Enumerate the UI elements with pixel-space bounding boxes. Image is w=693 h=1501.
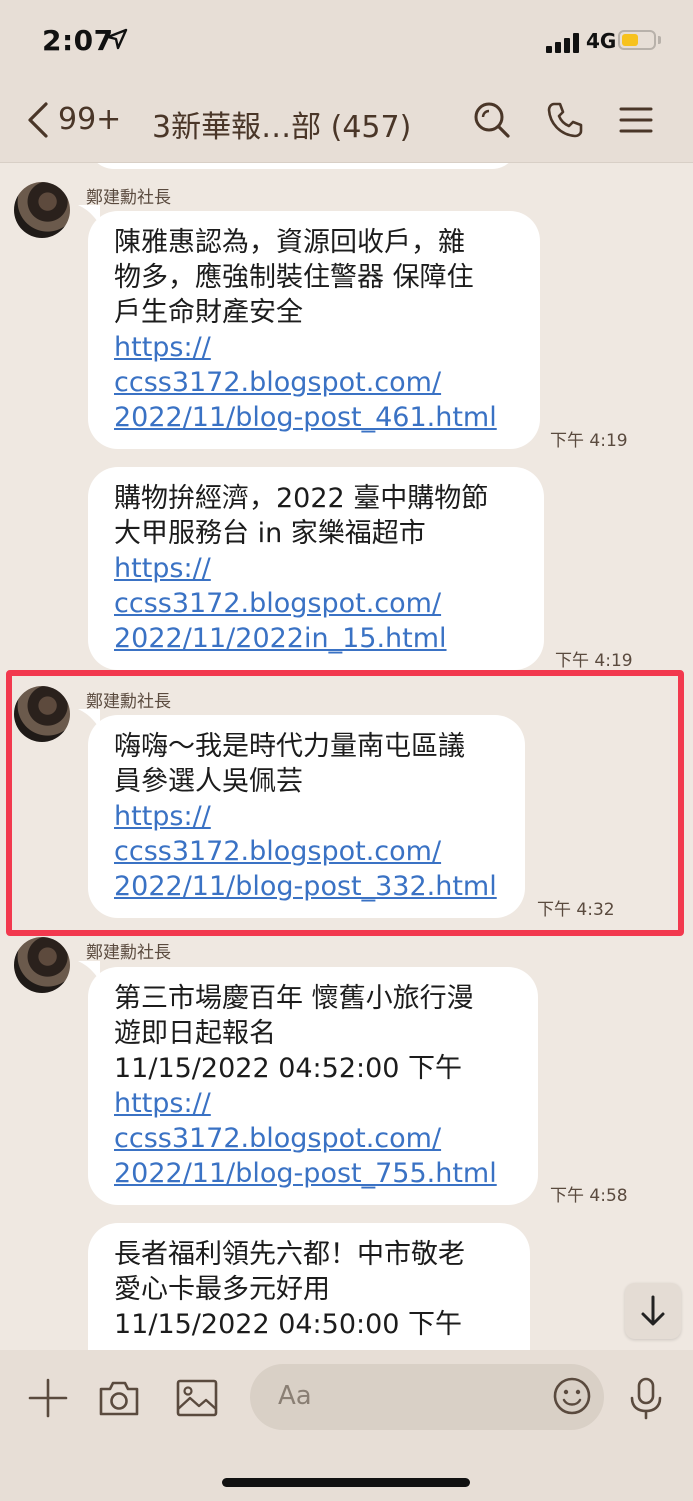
microphone-icon[interactable] xyxy=(624,1376,668,1420)
phone-icon[interactable] xyxy=(545,100,585,140)
message-time: 下午 4:58 xyxy=(550,1186,628,1206)
message-link[interactable]: https:// ccss3172.blogspot.com/ 2022/11/… xyxy=(114,330,516,435)
message-bubble[interactable]: 第三市場慶百年 懷舊小旅行漫 遊即日起報名 11/15/2022 04:52:0… xyxy=(88,967,538,1205)
chat-messages[interactable]: 鄭建勳社長 陳雅惠認為，資源回收戶，雜 物多，應強制裝住警器 保障住 戶生命財產… xyxy=(0,163,693,1350)
emoji-icon[interactable] xyxy=(552,1376,592,1416)
message-text: 第三市場慶百年 懷舊小旅行漫 遊即日起報名 11/15/2022 04:52:0… xyxy=(114,983,474,1084)
chat-title[interactable]: 3新華報…部 (457) xyxy=(152,102,411,146)
avatar[interactable] xyxy=(14,937,70,993)
sender-name: 鄭建勳社長 xyxy=(86,943,171,963)
highlight-frame xyxy=(6,670,684,936)
message-input-placeholder: Aa xyxy=(278,1381,312,1411)
scroll-to-bottom-button[interactable] xyxy=(625,1283,681,1339)
status-bar: 2:07 4G xyxy=(0,0,693,80)
camera-icon[interactable] xyxy=(97,1376,141,1420)
status-time: 2:07 xyxy=(42,24,114,57)
message-text: 購物拚經濟，2022 臺中購物節 大甲服務台 in 家樂福超市 xyxy=(114,483,489,549)
location-arrow-icon xyxy=(106,28,128,50)
plus-icon[interactable] xyxy=(26,1376,70,1420)
message-input-bar: Aa xyxy=(0,1350,693,1501)
message-bubble[interactable]: 陳雅惠認為，資源回收戶，雜 物多，應強制裝住警器 保障住 戶生命財產安全 htt… xyxy=(88,211,540,449)
message-input[interactable]: Aa xyxy=(250,1364,604,1430)
message-time: 下午 4:19 xyxy=(550,431,628,451)
home-indicator[interactable] xyxy=(222,1478,470,1487)
battery-cap xyxy=(658,36,661,44)
search-icon[interactable] xyxy=(472,100,512,140)
message-text: 長者福利領先六都！中市敬老 愛心卡最多元好用 11/15/2022 04:50:… xyxy=(114,1239,465,1340)
battery-icon xyxy=(618,30,656,50)
chat-header: 99+ 3新華報…部 (457) xyxy=(0,80,693,163)
message-time: 下午 4:19 xyxy=(555,651,633,671)
previous-message-bubble xyxy=(88,163,518,169)
arrow-down-icon xyxy=(641,1295,665,1326)
message-link[interactable]: https:// ccss3172.blogspot.com/ 2022/11/… xyxy=(114,551,520,656)
message-link[interactable]: https:// ccss3172.blogspot.com/ 2022/11/… xyxy=(114,1086,514,1191)
image-icon[interactable] xyxy=(175,1376,219,1420)
signal-icon xyxy=(546,33,580,53)
message-text: 陳雅惠認為，資源回收戶，雜 物多，應強制裝住警器 保障住 戶生命財產安全 xyxy=(114,227,474,328)
chevron-left-icon[interactable] xyxy=(22,100,54,140)
network-type: 4G xyxy=(586,29,617,53)
message-bubble[interactable]: 購物拚經濟，2022 臺中購物節 大甲服務台 in 家樂福超市 https://… xyxy=(88,467,544,670)
avatar[interactable] xyxy=(14,182,70,238)
message-bubble[interactable]: 長者福利領先六都！中市敬老 愛心卡最多元好用 11/15/2022 04:50:… xyxy=(88,1223,530,1350)
back-unread-count[interactable]: 99+ xyxy=(58,102,121,137)
menu-icon[interactable] xyxy=(616,100,656,140)
